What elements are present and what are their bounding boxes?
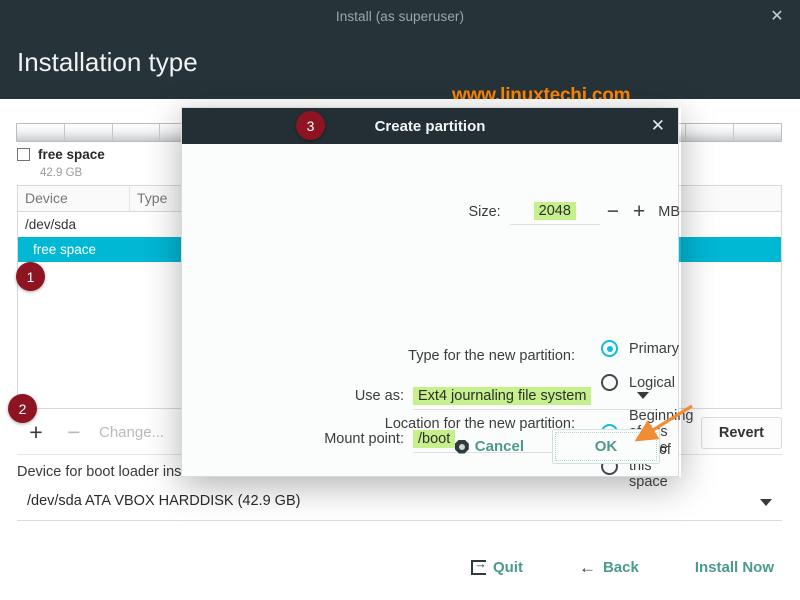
- revert-button[interactable]: Revert: [700, 417, 782, 449]
- callout-badge-3: 3: [296, 111, 325, 140]
- annotation-arrow: [634, 404, 693, 442]
- cell-device: /dev/sda: [25, 217, 77, 232]
- install-now-button[interactable]: Install Now: [695, 559, 774, 576]
- cell-device: free space: [33, 242, 97, 257]
- size-decrement-button[interactable]: −: [600, 201, 626, 222]
- footer-actions: Quit ← Back Install Now: [0, 535, 800, 600]
- legend-size: 42.9 GB: [40, 167, 83, 179]
- chevron-down-icon[interactable]: [637, 392, 649, 399]
- size-label: Size:: [468, 203, 501, 220]
- window-title: Install (as superuser): [335, 9, 465, 24]
- page-header: Installation type www.linuxtechi.com: [0, 33, 800, 106]
- create-partition-dialog: Create partition ✕ Size: 2048 − + MB Typ…: [181, 107, 694, 490]
- use-as-row: Use as: Ext4 journaling file system: [182, 382, 680, 410]
- callout-badge-1: 1: [16, 262, 45, 291]
- partition-bar-segment: [113, 124, 161, 141]
- size-unit-label: MB: [658, 203, 681, 220]
- dialog-title: Create partition: [374, 117, 486, 135]
- dialog-actions: Cancel OK: [182, 429, 680, 464]
- quit-label: Quit: [492, 559, 523, 576]
- window-close-icon[interactable]: ✕: [768, 8, 786, 26]
- add-partition-button[interactable]: +: [17, 421, 55, 444]
- size-row: Size: 2048 − + MB: [182, 198, 680, 225]
- chevron-down-icon[interactable]: [760, 499, 772, 506]
- partition-bar-segment: [734, 124, 781, 141]
- radio-primary-label: Primary: [629, 340, 679, 357]
- column-header-device[interactable]: Device: [18, 186, 130, 212]
- quit-button[interactable]: Quit: [470, 556, 523, 576]
- use-as-value: Ext4 journaling file system: [413, 386, 592, 405]
- partition-bar-segment: [686, 124, 735, 141]
- remove-partition-button[interactable]: −: [55, 421, 93, 444]
- back-button[interactable]: ← Back: [579, 558, 639, 578]
- installer-window: Install (as superuser) ✕ Installation ty…: [0, 0, 800, 600]
- callout-badge-2: 2: [8, 394, 37, 423]
- cancel-button[interactable]: Cancel: [454, 438, 524, 455]
- install-now-label: Install Now: [694, 559, 774, 576]
- back-label: Back: [602, 559, 639, 576]
- bootloader-select[interactable]: /dev/sda ATA VBOX HARDDISK (42.9 GB): [17, 489, 782, 521]
- partition-type-label: Type for the new partition:: [408, 348, 575, 364]
- partition-bar-segment: [65, 124, 113, 141]
- change-partition-button[interactable]: Change...: [99, 424, 164, 441]
- partition-bar-segment: [17, 124, 65, 141]
- legend-label: free space: [38, 147, 105, 162]
- radio-primary-indicator[interactable]: [601, 340, 618, 357]
- size-increment-button[interactable]: +: [626, 201, 652, 222]
- disk-legend: free space: [17, 147, 105, 162]
- dialog-body: Size: 2048 − + MB Type for the new parti…: [182, 144, 693, 490]
- arrow-left-icon: ←: [578, 557, 596, 577]
- dialog-close-icon[interactable]: ✕: [651, 117, 665, 134]
- radio-primary[interactable]: Primary: [601, 340, 679, 357]
- stop-icon: [454, 439, 469, 454]
- quit-icon: [470, 556, 487, 575]
- size-input[interactable]: 2048: [509, 198, 600, 225]
- bootloader-value: /dev/sda ATA VBOX HARDDISK (42.9 GB): [27, 493, 301, 509]
- dialog-title-bar: Create partition ✕: [182, 108, 678, 144]
- use-as-select[interactable]: Ext4 journaling file system: [413, 382, 655, 410]
- cancel-label: Cancel: [474, 438, 524, 455]
- legend-color-box: [17, 148, 30, 161]
- use-as-label: Use as:: [354, 388, 404, 404]
- window-title-bar: Install (as superuser) ✕: [0, 0, 800, 33]
- ok-label: OK: [594, 438, 618, 455]
- size-value: 2048: [533, 202, 576, 220]
- page-title: Installation type: [17, 47, 198, 77]
